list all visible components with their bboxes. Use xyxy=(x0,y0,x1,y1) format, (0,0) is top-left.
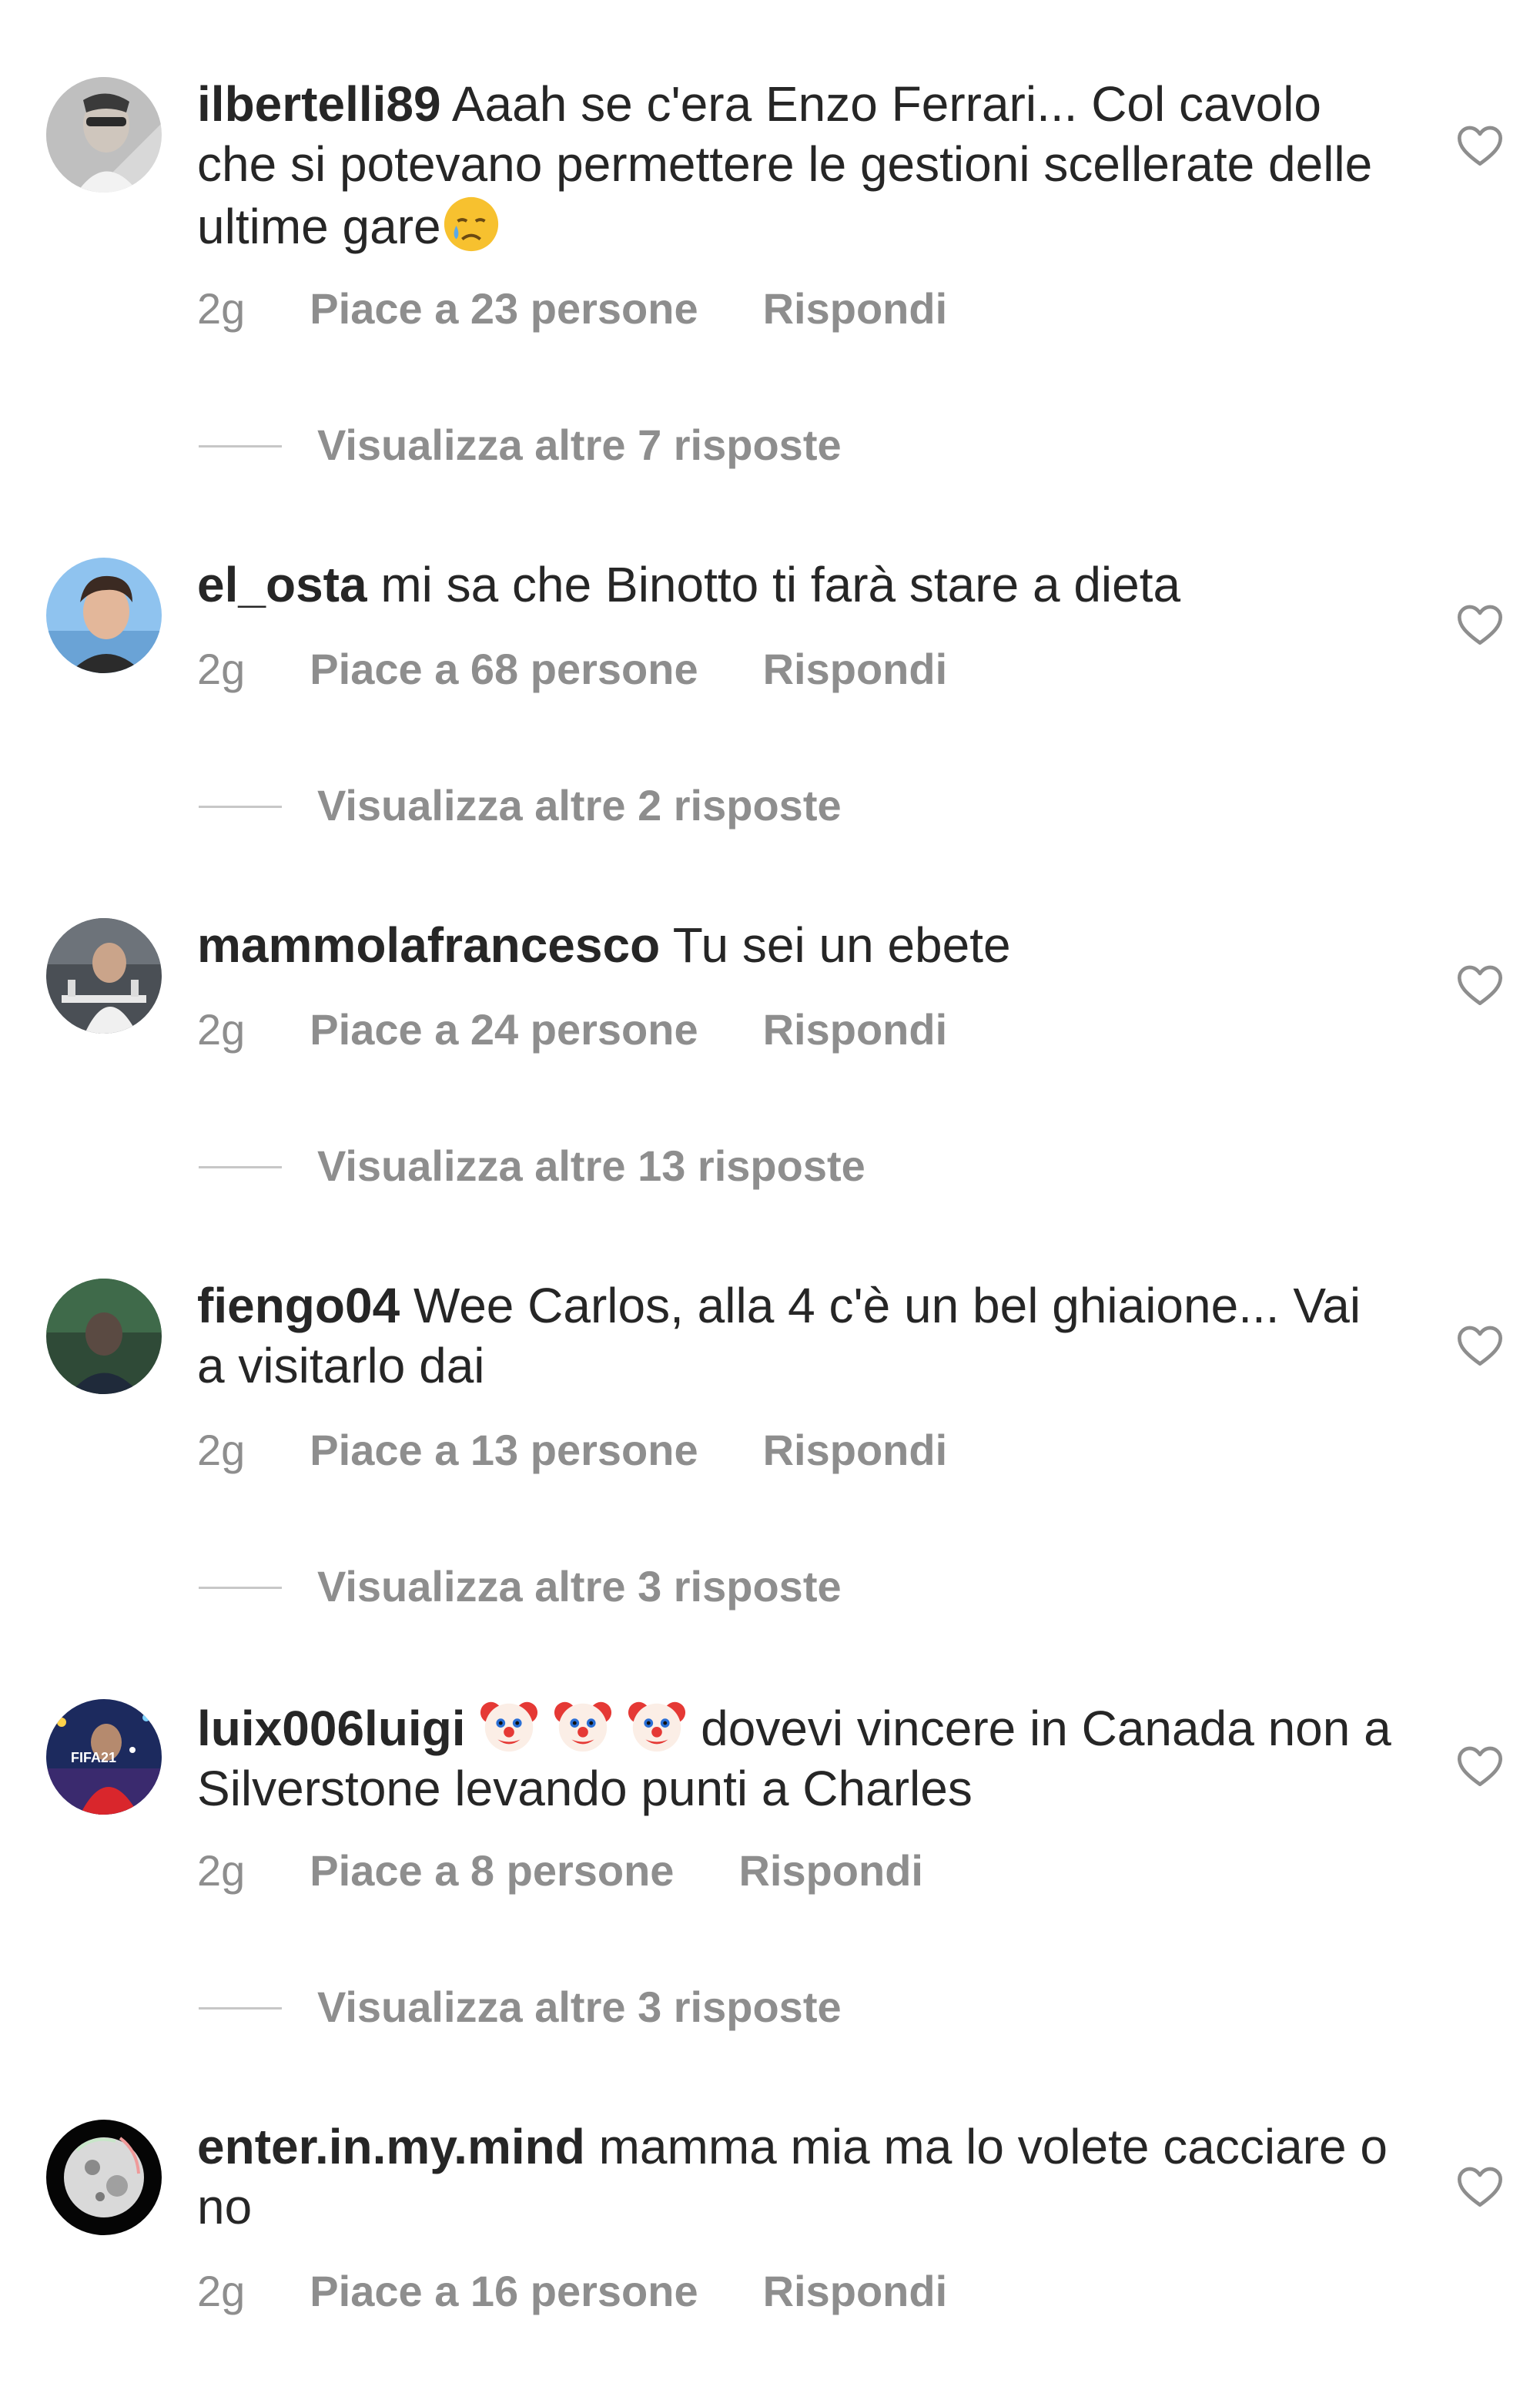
comment-body: mi sa che Binotto ti farà stare a dieta xyxy=(367,557,1181,612)
reply-button[interactable]: Rispondi xyxy=(738,1844,923,1898)
comment-meta: 2g Piace a 8 persone Rispondi xyxy=(197,1844,923,1898)
comment-time: 2g xyxy=(197,1846,246,1895)
likes-count-link[interactable]: Piace a 13 persone xyxy=(310,1423,698,1477)
heart-outline-icon[interactable] xyxy=(1455,1322,1505,1371)
comment-time: 2g xyxy=(197,1426,246,1474)
comment-text: mammolafrancesco Tu sei un ebete xyxy=(197,915,1398,975)
replies-divider xyxy=(199,1587,282,1589)
likes-count-link[interactable]: Piace a 8 persone xyxy=(310,1844,674,1898)
reply-button[interactable]: Rispondi xyxy=(763,282,948,336)
comment-meta: 2g Piace a 16 persone Rispondi xyxy=(197,2264,947,2318)
reply-button[interactable]: Rispondi xyxy=(763,2264,948,2318)
reply-button[interactable]: Rispondi xyxy=(763,642,948,696)
heart-outline-icon[interactable] xyxy=(1455,961,1505,1011)
avatar-badge: FIFA21 xyxy=(71,1750,117,1765)
comment-time: 2g xyxy=(197,2267,246,2315)
likes-count-link[interactable]: Piace a 68 persone xyxy=(310,642,698,696)
comment-username[interactable]: el_osta xyxy=(197,557,367,612)
replies-divider xyxy=(199,1166,282,1168)
comment-text: luix006luigi dovevi vincere in Canada no… xyxy=(197,1696,1398,1818)
reply-button[interactable]: Rispondi xyxy=(763,1003,948,1057)
heart-outline-icon[interactable] xyxy=(1455,122,1505,171)
crying-face-icon xyxy=(441,194,501,254)
replies-divider xyxy=(199,806,282,808)
avatar[interactable] xyxy=(46,2120,162,2235)
view-replies-label: Visualizza altre 7 risposte xyxy=(317,421,842,469)
view-replies-label: Visualizza altre 13 risposte xyxy=(317,1141,865,1190)
likes-count-link[interactable]: Piace a 23 persone xyxy=(310,282,698,336)
comment-time: 2g xyxy=(197,284,246,333)
clown-face-icon xyxy=(627,1696,687,1756)
view-replies-label: Visualizza altre 3 risposte xyxy=(317,1983,842,2031)
avatar[interactable]: FIFA21 xyxy=(46,1699,162,1815)
comment-username[interactable]: ilbertelli89 xyxy=(197,76,441,132)
avatar[interactable] xyxy=(46,1279,162,1394)
comment-meta: 2g Piace a 23 persone Rispondi xyxy=(197,282,947,336)
avatar[interactable] xyxy=(46,918,162,1034)
heart-outline-icon[interactable] xyxy=(1455,1742,1505,1792)
comment-username[interactable]: enter.in.my.mind xyxy=(197,2119,585,2174)
comment-body: Tu sei un ebete xyxy=(660,917,1011,973)
comment-meta: 2g Piace a 13 persone Rispondi xyxy=(197,1423,947,1477)
view-replies-label: Visualizza altre 2 risposte xyxy=(317,781,842,830)
view-replies-label: Visualizza altre 3 risposte xyxy=(317,1562,842,1611)
comment-username[interactable]: fiengo04 xyxy=(197,1278,400,1333)
likes-count-link[interactable]: Piace a 24 persone xyxy=(310,1003,698,1057)
comment-meta: 2g Piace a 68 persone Rispondi xyxy=(197,642,947,696)
comment-time: 2g xyxy=(197,645,246,693)
comment-text: ilbertelli89 Aaah se c'era Enzo Ferrari.… xyxy=(197,74,1398,256)
comment-username[interactable]: mammolafrancesco xyxy=(197,917,660,973)
comment-text: el_osta mi sa che Binotto ti farà stare … xyxy=(197,555,1398,615)
heart-outline-icon[interactable] xyxy=(1455,601,1505,650)
clown-face-icon xyxy=(479,1696,539,1756)
comment-text: enter.in.my.mind mamma mia ma lo volete … xyxy=(197,2117,1398,2237)
heart-outline-icon[interactable] xyxy=(1455,2163,1505,2212)
avatar[interactable] xyxy=(46,558,162,673)
comment-username[interactable]: luix006luigi xyxy=(197,1701,466,1756)
comment-meta: 2g Piace a 24 persone Rispondi xyxy=(197,1003,947,1057)
clown-face-icon xyxy=(553,1696,613,1756)
comment-time: 2g xyxy=(197,1005,246,1054)
reply-button[interactable]: Rispondi xyxy=(763,1423,948,1477)
comment-text: fiengo04 Wee Carlos, alla 4 c'è un bel g… xyxy=(197,1275,1398,1396)
replies-divider xyxy=(199,2007,282,2009)
likes-count-link[interactable]: Piace a 16 persone xyxy=(310,2264,698,2318)
replies-divider xyxy=(199,445,282,447)
avatar[interactable] xyxy=(46,77,162,193)
